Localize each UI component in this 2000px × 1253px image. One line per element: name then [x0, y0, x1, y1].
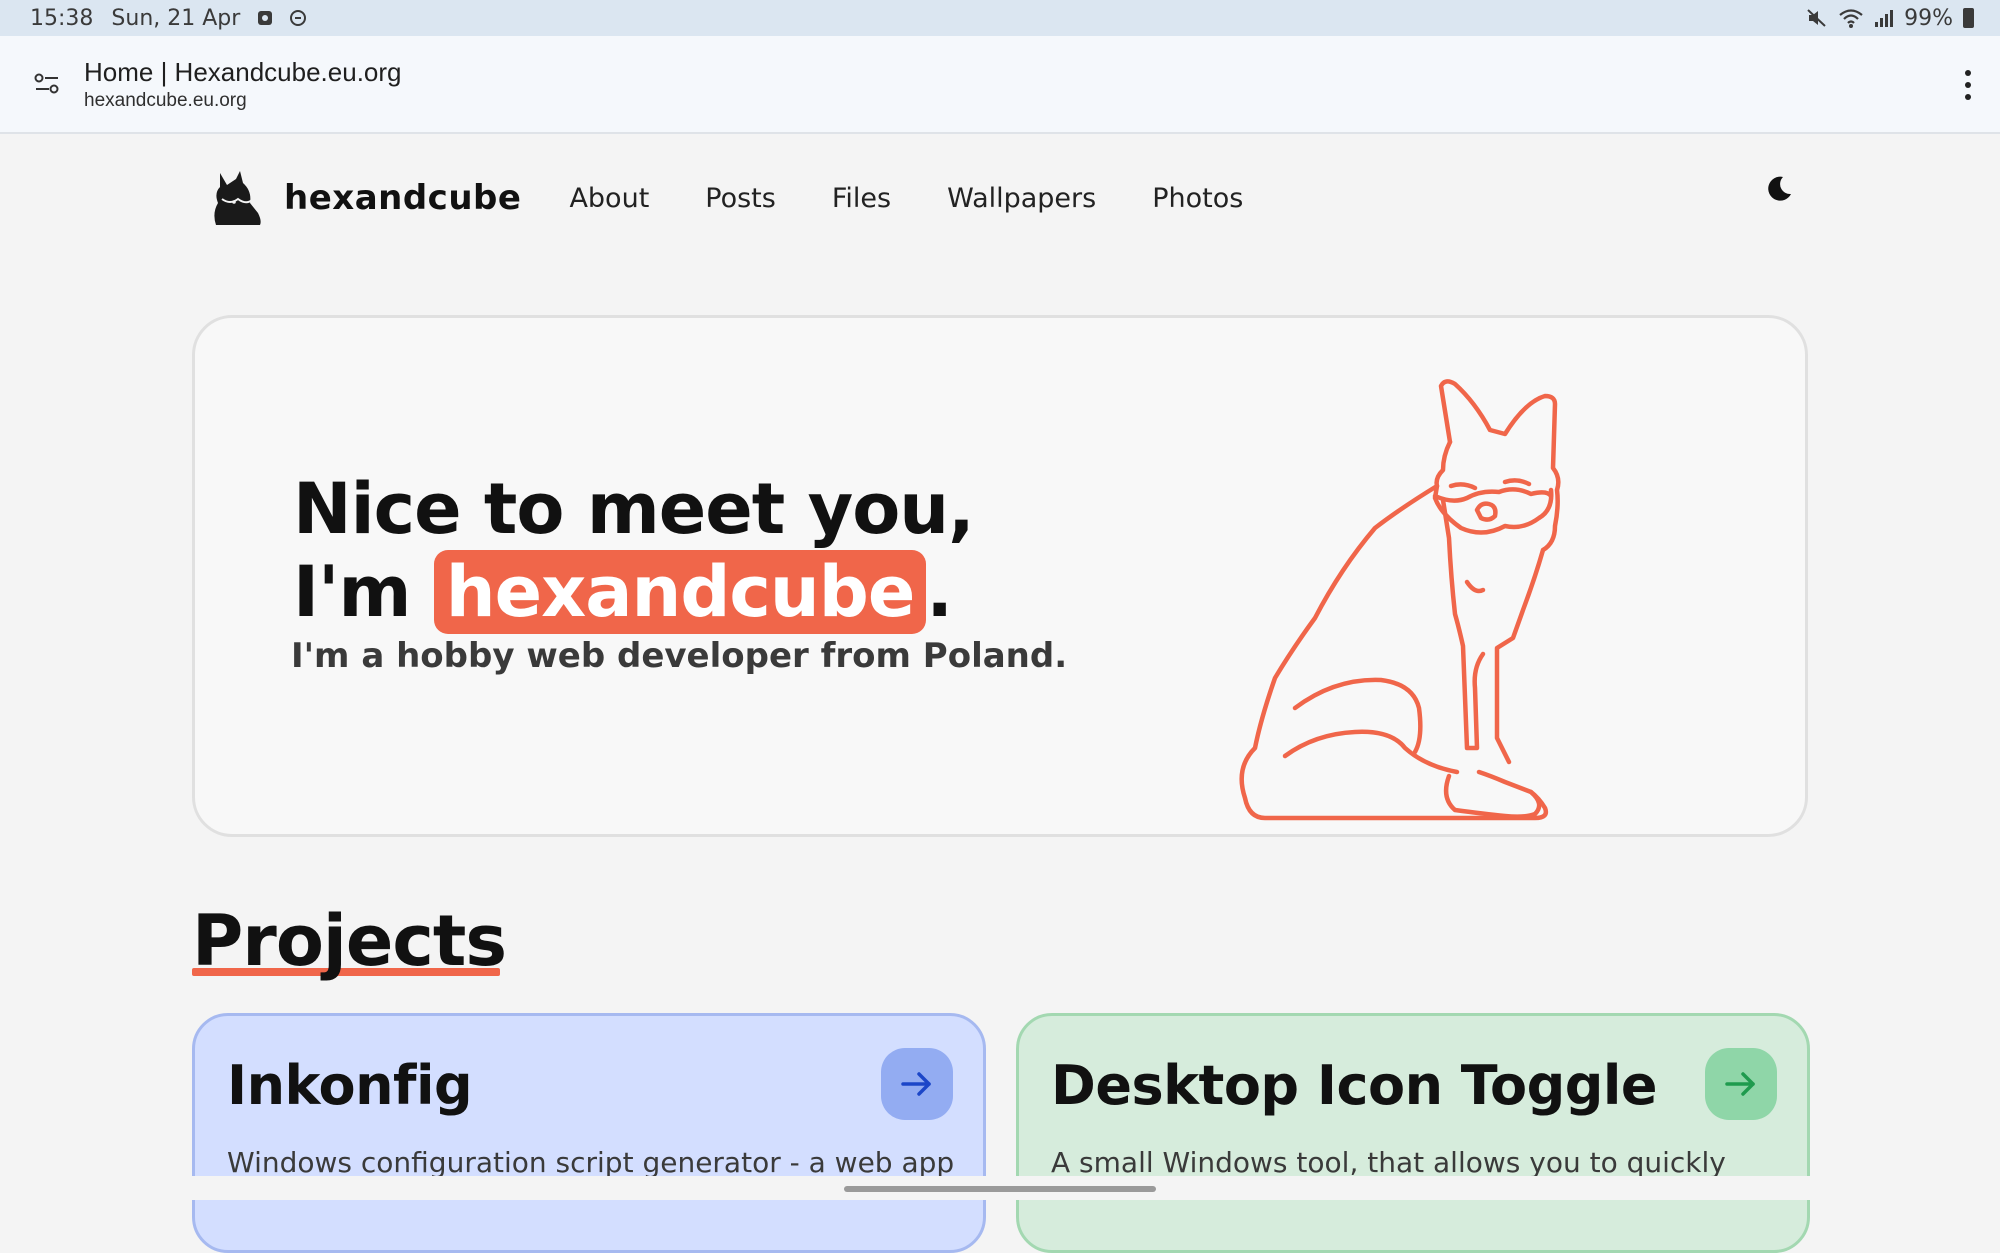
nav-link-files[interactable]: Files — [832, 183, 891, 214]
battery-level: 99% — [1904, 5, 1953, 31]
hero-line-1: Nice to meet you, — [293, 468, 975, 550]
projects-heading: Projects — [192, 900, 507, 982]
screenshot-icon — [258, 11, 273, 25]
name-highlight: hexandcube — [433, 550, 927, 634]
page-url: hexandcube.eu.org — [84, 90, 247, 111]
project-description: Windows configuration script generator -… — [227, 1146, 955, 1179]
nav-link-posts[interactable]: Posts — [705, 183, 776, 214]
status-bar: 15:38 Sun, 21 Apr 99% — [0, 0, 2000, 36]
nav-link-about[interactable]: About — [569, 183, 649, 214]
hero-line-2: I'm hexandcube. — [293, 550, 974, 634]
project-description: A small Windows tool, that allows you to… — [1051, 1146, 1726, 1179]
mute-icon — [1807, 9, 1826, 27]
battery-icon — [1963, 8, 1974, 28]
brand-name[interactable]: hexandcube — [284, 178, 521, 218]
hero-card: Nice to meet you, I'm hexandcube. I'm a … — [192, 315, 1808, 837]
moon-icon[interactable] — [1764, 174, 1794, 204]
browser-toolbar: Home | Hexandcube.eu.org hexandcube.eu.o… — [0, 36, 2000, 134]
nav-link-photos[interactable]: Photos — [1152, 183, 1243, 214]
site-settings-icon[interactable] — [34, 72, 60, 96]
fox-outline-illustration — [1239, 379, 1561, 821]
project-title: Desktop Icon Toggle — [1051, 1054, 1658, 1117]
hero-heading: Nice to meet you, I'm hexandcube. — [293, 468, 975, 634]
fox-logo-icon[interactable] — [210, 169, 262, 227]
arrow-right-icon[interactable] — [881, 1048, 953, 1120]
home-indicator[interactable] — [844, 1186, 1156, 1192]
status-date: Sun, 21 Apr — [111, 5, 241, 31]
address-bar[interactable]: Home | Hexandcube.eu.org hexandcube.eu.o… — [84, 56, 402, 114]
signal-icon — [1875, 10, 1894, 27]
site-nav: hexandcube About Posts Files Wallpapers … — [210, 168, 1299, 228]
nav-link-wallpapers[interactable]: Wallpapers — [947, 183, 1096, 214]
more-menu-icon[interactable] — [1964, 70, 1972, 100]
hero-subtitle: I'm a hobby web developer from Poland. — [291, 636, 1068, 676]
status-time: 15:38 — [30, 5, 94, 31]
hero-suffix: . — [926, 551, 953, 633]
page-title: Home | Hexandcube.eu.org — [84, 57, 402, 87]
wifi-icon — [1839, 9, 1863, 28]
project-card-desktop-icon-toggle[interactable]: Desktop Icon Toggle A small Windows tool… — [1016, 1013, 1810, 1253]
do-not-disturb-icon — [290, 10, 307, 26]
arrow-right-icon[interactable] — [1705, 1048, 1777, 1120]
hero-prefix: I'm — [293, 551, 434, 633]
project-card-inkonfig[interactable]: Inkonfig Windows configuration script ge… — [192, 1013, 986, 1253]
project-title: Inkonfig — [227, 1054, 473, 1117]
